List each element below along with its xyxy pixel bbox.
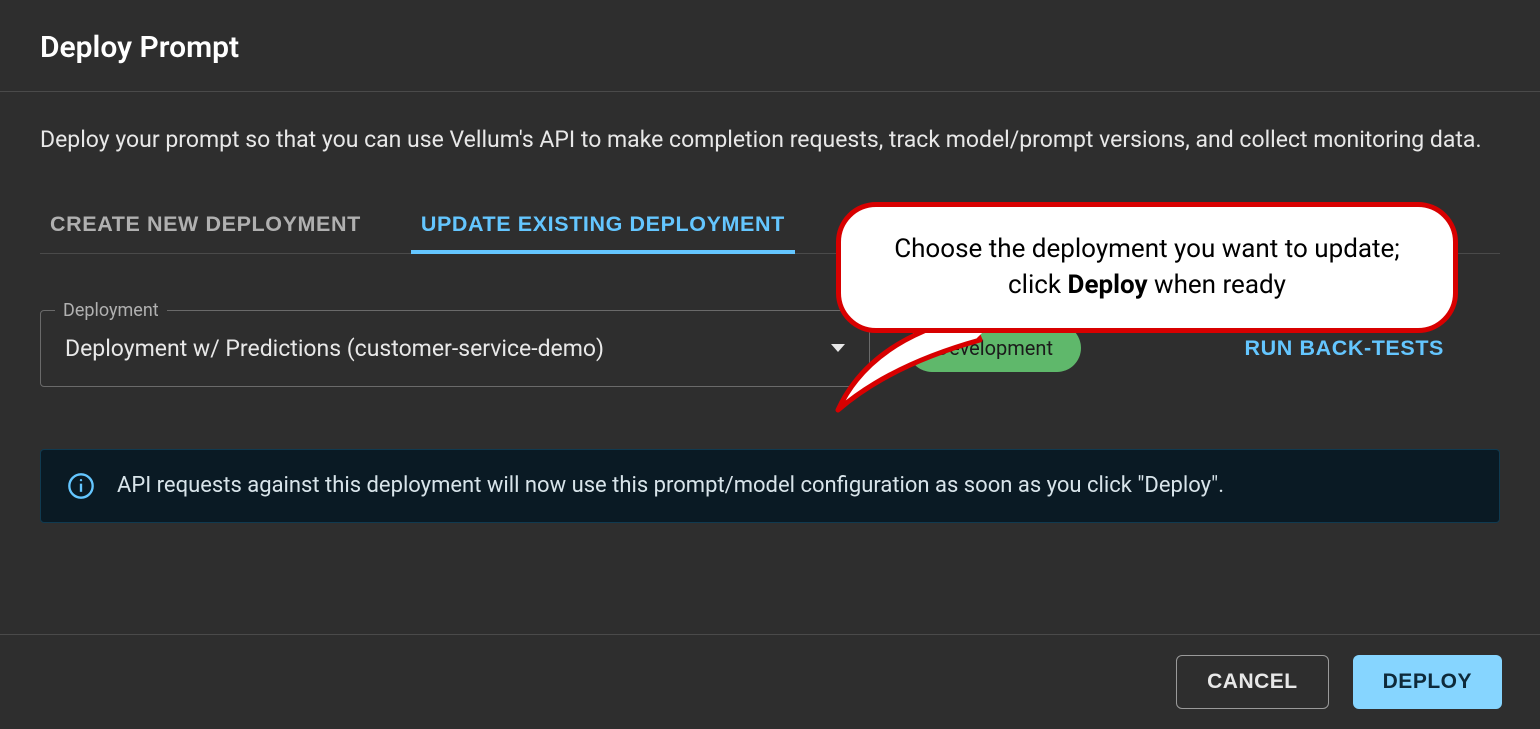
info-icon [67, 472, 95, 500]
callout-text-bold: Deploy [1068, 270, 1148, 300]
deployment-select-label: Deployment [55, 300, 167, 321]
deploy-button[interactable]: DEPLOY [1353, 655, 1502, 709]
deployment-select-inner[interactable]: Deployment w/ Predictions (customer-serv… [41, 311, 869, 386]
modal-title: Deploy Prompt [40, 30, 1500, 65]
callout-text-part2: when ready [1148, 270, 1286, 300]
modal-header: Deploy Prompt [0, 0, 1540, 92]
info-banner: API requests against this deployment wil… [40, 449, 1500, 523]
info-banner-text: API requests against this deployment wil… [117, 473, 1224, 498]
run-back-tests-button[interactable]: RUN BACK-TESTS [1238, 335, 1450, 362]
modal-body: Deploy your prompt so that you can use V… [0, 92, 1540, 634]
deploy-prompt-modal: Deploy Prompt Deploy your prompt so that… [0, 0, 1540, 729]
modal-footer: CANCEL DEPLOY [0, 634, 1540, 729]
modal-description: Deploy your prompt so that you can use V… [40, 122, 1500, 158]
annotation-callout: Choose the deployment you want to update… [836, 202, 1458, 333]
deployment-select[interactable]: Deployment Deployment w/ Predictions (cu… [40, 310, 870, 387]
tab-create-new-deployment[interactable]: CREATE NEW DEPLOYMENT [40, 198, 371, 253]
cancel-button[interactable]: CANCEL [1176, 655, 1329, 709]
deployment-select-value: Deployment w/ Predictions (customer-serv… [65, 335, 604, 362]
tab-update-existing-deployment[interactable]: UPDATE EXISTING DEPLOYMENT [411, 198, 795, 253]
